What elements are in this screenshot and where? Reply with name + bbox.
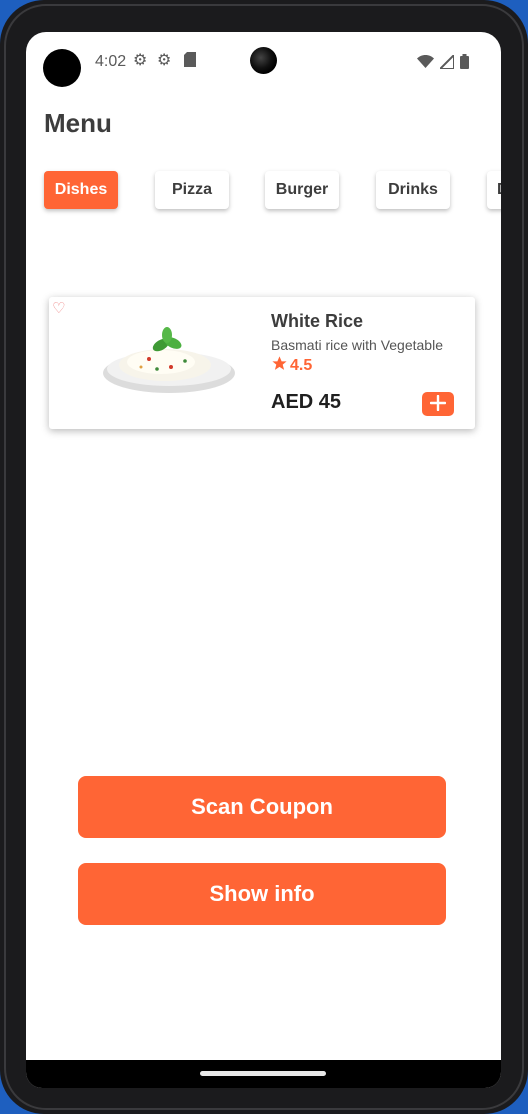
navigation-bar xyxy=(26,1060,501,1088)
dish-price: AED 45 xyxy=(271,391,342,413)
scan-coupon-button[interactable]: Scan Coupon xyxy=(78,776,446,838)
dish-rating: 4.5 xyxy=(271,355,312,377)
settings-icon: ⚙ xyxy=(133,52,148,69)
rating-value: 4.5 xyxy=(290,357,313,374)
camera-cutout xyxy=(43,49,81,87)
category-chip-pizza[interactable]: Pizza xyxy=(155,171,229,209)
home-gesture-handle[interactable] xyxy=(200,1071,326,1076)
wifi-icon xyxy=(417,55,434,73)
settings-icon: ⚙ xyxy=(157,52,172,69)
device-frame: 4:02 ⚙ ⚙ Menu Dishes Pizza Burger Drinks… xyxy=(0,0,528,1114)
star-icon xyxy=(271,355,288,377)
dish-image xyxy=(103,327,235,393)
dish-name: White Rice xyxy=(271,311,364,331)
plus-icon xyxy=(429,392,447,416)
battery-icon xyxy=(460,54,469,74)
category-chip-drinks[interactable]: Drinks xyxy=(376,171,450,209)
page-title: Menu xyxy=(44,108,112,138)
app-screen: 4:02 ⚙ ⚙ Menu Dishes Pizza Burger Drinks… xyxy=(26,32,501,1088)
category-bar: Dishes Pizza Burger Drinks D xyxy=(44,171,501,211)
front-camera xyxy=(250,47,277,74)
dish-card[interactable]: ♡ White Rice Basmati rice with Vegetable xyxy=(49,297,475,429)
dish-description: Basmati rice with Vegetable xyxy=(271,337,443,353)
sd-card-icon xyxy=(184,52,196,72)
category-chip-burger[interactable]: Burger xyxy=(265,171,339,209)
show-info-button[interactable]: Show info xyxy=(78,863,446,925)
status-right-icons xyxy=(417,52,469,74)
category-chip-dishes[interactable]: Dishes xyxy=(44,171,118,209)
heart-outline-icon[interactable]: ♡ xyxy=(52,299,65,317)
category-chip-partial[interactable]: D xyxy=(487,171,501,209)
signal-icon xyxy=(437,52,455,74)
status-bar: 4:02 ⚙ ⚙ xyxy=(26,32,501,92)
add-to-cart-button[interactable] xyxy=(422,392,454,416)
status-time: 4:02 xyxy=(95,53,127,70)
